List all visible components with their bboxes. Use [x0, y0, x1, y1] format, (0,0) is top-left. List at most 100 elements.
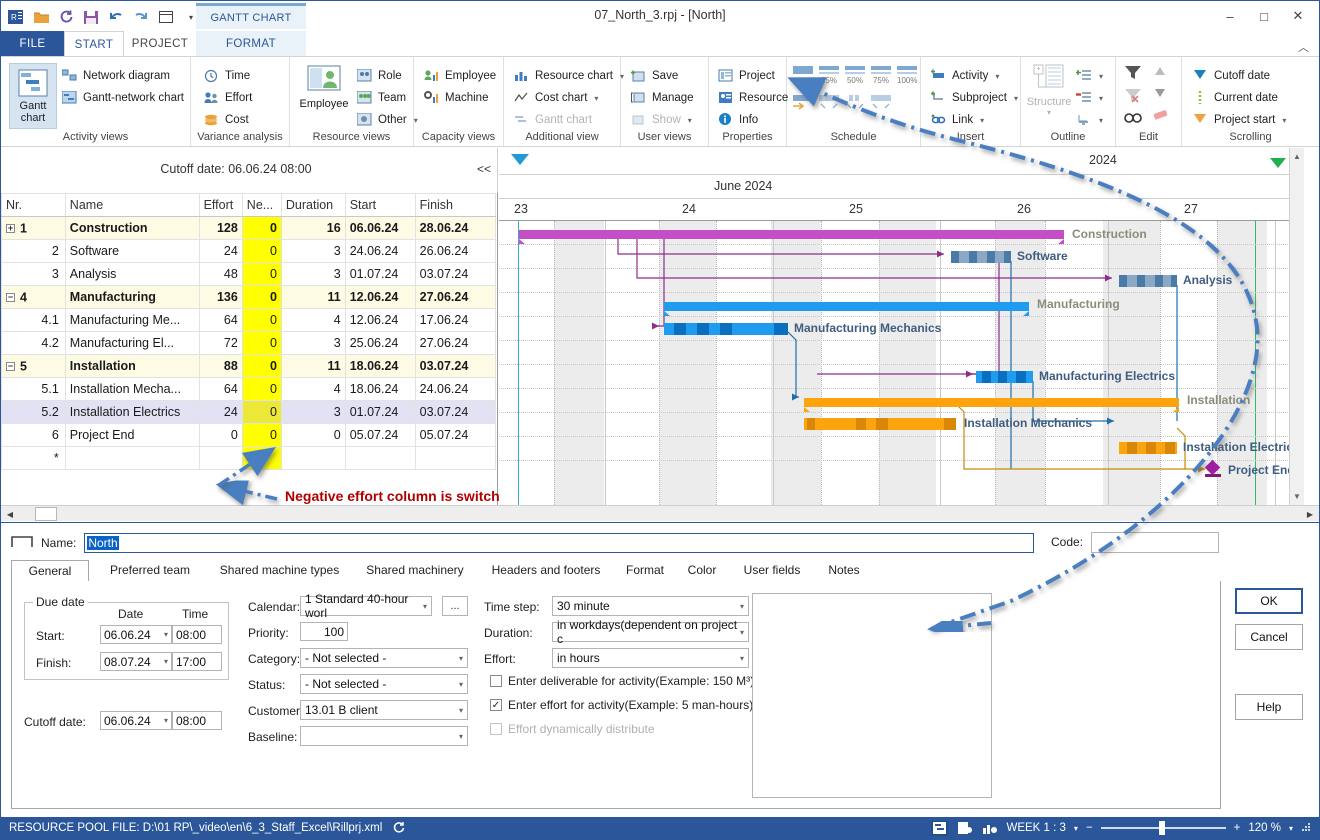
row-expander-icon[interactable]: + [6, 224, 15, 233]
column-header-negative-effort[interactable]: Ne... [242, 194, 281, 217]
dialog-tab-notes[interactable]: Notes [816, 560, 872, 582]
scroll-left-icon[interactable]: ◀ [3, 507, 17, 521]
cutoff-time-input[interactable]: 08:00 [172, 711, 222, 730]
baseline-select[interactable]: ▾ [300, 726, 468, 746]
contextual-tab-gantt-chart[interactable]: GANTT CHART [196, 3, 306, 29]
start-time-input[interactable]: 08:00 [172, 625, 222, 644]
dialog-tab-shared-machinery[interactable]: Shared machinery [351, 560, 479, 582]
chevron-down-icon[interactable]: ▾ [164, 716, 168, 725]
tab-start[interactable]: START [64, 31, 124, 57]
table-row[interactable]: 4.2Manufacturing El...720325.06.2427.06.… [2, 332, 496, 355]
schedule-zoom-0-button[interactable] [793, 65, 813, 85]
calendar-select[interactable]: 1 Standard 40-hour worl▾ [300, 596, 432, 616]
dialog-tab-shared-machine-types[interactable]: Shared machine types [207, 560, 352, 582]
scrollbar-thumb[interactable] [35, 507, 57, 521]
zoom-out-button[interactable]: − [1086, 822, 1093, 834]
ribbon-item-insert-subproject[interactable]: Subproject ▾ [928, 87, 1018, 109]
help-button[interactable]: Help [1235, 694, 1303, 720]
chevron-down-icon[interactable]: ▾ [1099, 72, 1103, 81]
chevron-down-icon[interactable]: ▾ [164, 630, 168, 639]
ribbon-item-employee[interactable]: Employee [421, 65, 496, 87]
table-row[interactable]: 4.1Manufacturing Me...640412.06.2417.06.… [2, 309, 496, 332]
column-header-nr[interactable]: Nr. [2, 194, 66, 217]
chevron-down-icon[interactable]: ▾ [459, 732, 463, 741]
priority-input[interactable]: 100 [300, 622, 348, 641]
ribbon-item-project-properties[interactable]: Project [715, 65, 788, 87]
gantt-bar-installation-electrics[interactable] [1119, 442, 1177, 454]
chevron-down-icon[interactable]: ▾ [740, 602, 744, 611]
gantt-bar-installation[interactable] [804, 398, 1179, 407]
ribbon-item-machine[interactable]: Machine [421, 87, 496, 109]
chevron-down-icon[interactable]: ▾ [1099, 116, 1103, 125]
schedule-zoom-100-button[interactable]: 100% [897, 65, 917, 85]
sort-up-icon[interactable] [1152, 65, 1170, 81]
status-select[interactable]: - Not selected -▾ [300, 674, 468, 694]
schedule-zoom-25-button[interactable]: 25% [819, 65, 839, 85]
gantt-bar-manufacturing-electrics[interactable] [976, 371, 1033, 383]
schedule-zoom-75-button[interactable]: 75% [871, 65, 891, 85]
minimize-button[interactable]: – [1213, 3, 1247, 29]
code-input[interactable] [1091, 532, 1219, 553]
name-input[interactable]: North [84, 533, 1034, 553]
gantt-chart-big-button[interactable]: Gantt chart [9, 63, 57, 129]
ribbon-item-gantt-network-chart[interactable]: Gantt-network chart [59, 87, 184, 109]
cutoff-marker-icon[interactable] [511, 154, 529, 165]
scroll-right-icon[interactable]: ▶ [1303, 507, 1317, 521]
dialog-tab-general[interactable]: General [11, 560, 89, 582]
chevron-down-icon[interactable]: ▾ [740, 654, 744, 663]
column-header-start[interactable]: Start [345, 194, 415, 217]
chevron-down-icon[interactable]: ▾ [459, 654, 463, 663]
outline-move-button[interactable]: ▾ [1073, 109, 1103, 131]
gantt-bar-installation-mechanics[interactable] [804, 418, 956, 430]
resize-grip-icon[interactable] [1301, 822, 1311, 835]
category-select[interactable]: - Not selected -▾ [300, 648, 468, 668]
gantt-bar-construction[interactable] [519, 230, 1064, 239]
chevron-down-icon[interactable]: ▾ [995, 72, 999, 81]
ok-button[interactable]: OK [1235, 588, 1303, 614]
chevron-down-icon[interactable]: ▾ [1014, 94, 1018, 103]
chevron-down-icon[interactable]: ▾ [1099, 94, 1103, 103]
chevron-down-icon[interactable]: ▾ [423, 602, 427, 611]
effort-for-activity-checkbox[interactable]: ✓ Enter effort for activity(Example: 5 m… [490, 698, 753, 712]
schedule-compress-icon[interactable] [819, 95, 839, 113]
row-expander-icon[interactable]: − [6, 362, 15, 371]
maximize-button[interactable]: □ [1247, 3, 1281, 29]
column-header-name[interactable]: Name [65, 194, 199, 217]
table-row[interactable]: −5Installation8801118.06.2403.07.24 [2, 355, 496, 378]
column-header-finish[interactable]: Finish [415, 194, 495, 217]
chevron-down-icon[interactable]: ▾ [740, 628, 744, 637]
start-date-input[interactable]: 06.06.24▾ [100, 625, 172, 644]
finish-date-input[interactable]: 08.07.24▾ [100, 652, 172, 671]
table-row[interactable]: 6Project End00005.07.2405.07.24 [2, 424, 496, 447]
effort-select[interactable]: in hours▾ [552, 648, 749, 668]
table-row[interactable]: 3Analysis480301.07.2403.07.24 [2, 263, 496, 286]
scroll-up-icon[interactable]: ▲ [1290, 149, 1304, 163]
sync-icon[interactable] [390, 821, 407, 836]
gantt-bar-manufacturing[interactable] [664, 302, 1029, 311]
ribbon-item-insert-link[interactable]: Link ▾ [928, 109, 1018, 131]
ribbon-item-current-date[interactable]: Current date [1190, 87, 1286, 109]
gantt-bar-manufacturing-mechanics[interactable] [664, 323, 788, 335]
dialog-tab-user-fields[interactable]: User fields [730, 560, 814, 582]
ribbon-item-team[interactable]: Team [354, 87, 418, 109]
zoom-in-button[interactable]: + [1234, 822, 1241, 834]
zoom-slider[interactable] [1101, 827, 1226, 829]
filter-icon[interactable] [1124, 65, 1142, 83]
ribbon-item-save-view[interactable]: Save [628, 65, 694, 87]
ribbon-item-cost-chart[interactable]: Cost chart ▾ [511, 87, 624, 109]
schedule-shift-icon[interactable] [793, 95, 813, 113]
ribbon-item-cutoff-date[interactable]: Cutoff date [1190, 65, 1286, 87]
ribbon-item-resource-properties[interactable]: Resource [715, 87, 788, 109]
current-date-marker-icon[interactable] [1270, 158, 1286, 168]
view-mode-chart-icon[interactable] [981, 821, 998, 836]
time-step-select[interactable]: 30 minute▾ [552, 596, 749, 616]
clear-filter-icon[interactable] [1124, 88, 1142, 106]
customer-select[interactable]: 13.01 B client▾ [300, 700, 468, 720]
dialog-tab-format[interactable]: Format [614, 560, 676, 582]
duration-select[interactable]: in workdays(dependent on project c▾ [552, 622, 749, 642]
ribbon-item-manage-views[interactable]: Manage [628, 87, 694, 109]
chevron-down-icon[interactable]: ▾ [459, 680, 463, 689]
eraser-icon[interactable] [1152, 107, 1170, 125]
column-header-effort[interactable]: Effort [199, 194, 242, 217]
ribbon-item-insert-activity[interactable]: Activity ▾ [928, 65, 1018, 87]
